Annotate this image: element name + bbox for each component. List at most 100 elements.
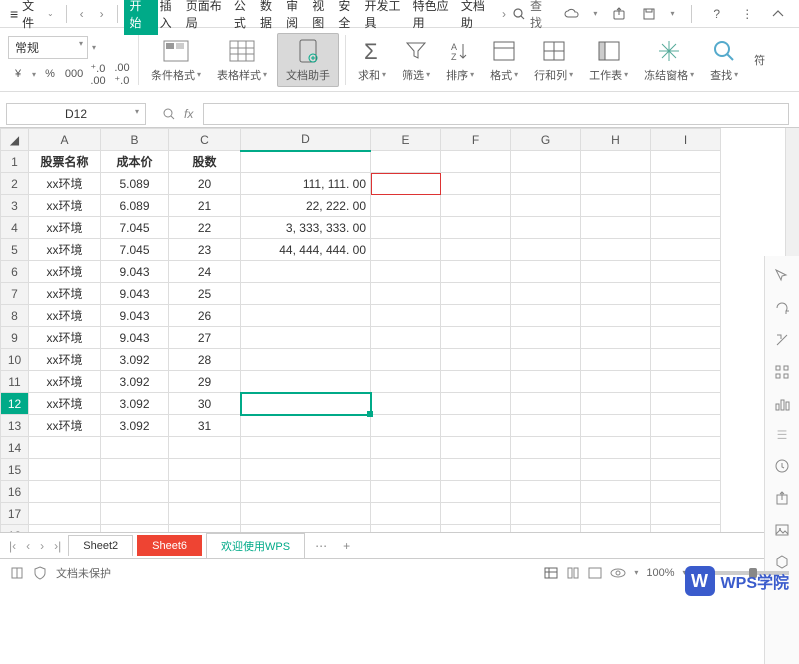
row-header[interactable]: 12 [1,393,29,415]
col-header-A[interactable]: A [29,129,101,151]
cell[interactable] [371,151,441,173]
cell[interactable] [371,459,441,481]
cloud-icon[interactable] [563,4,582,24]
cell[interactable]: 29 [169,371,241,393]
cell[interactable] [371,239,441,261]
cell[interactable] [651,239,721,261]
cell[interactable]: 9.043 [101,283,169,305]
tab-special[interactable]: 特色应用 [411,0,459,35]
backup-icon[interactable] [774,458,790,474]
cell[interactable] [511,305,581,327]
cell[interactable] [441,437,511,459]
cell[interactable] [441,239,511,261]
collapse-ribbon-icon[interactable] [769,4,788,24]
cell[interactable] [651,261,721,283]
cell[interactable]: xx环境 [29,173,101,195]
table-style-button[interactable]: 表格样式▾ [211,37,273,83]
sheet-nav-last[interactable]: ›| [51,539,64,553]
cell[interactable] [371,195,441,217]
cell[interactable] [441,327,511,349]
cell[interactable] [511,459,581,481]
style-icon[interactable] [774,332,790,348]
cell[interactable] [581,173,651,195]
cell[interactable] [441,283,511,305]
cell[interactable] [371,481,441,503]
cell[interactable] [581,239,651,261]
cell[interactable] [511,173,581,195]
cell[interactable] [441,393,511,415]
cell[interactable] [371,327,441,349]
cell[interactable] [441,503,511,525]
cell[interactable] [651,173,721,195]
row-header[interactable]: 17 [1,503,29,525]
col-header-B[interactable]: B [101,129,169,151]
tab-formula[interactable]: 公式 [232,0,258,35]
cell[interactable] [371,503,441,525]
cell[interactable] [511,503,581,525]
cell[interactable]: 22, 222. 00 [241,195,371,217]
cell[interactable] [511,481,581,503]
col-header-G[interactable]: G [511,129,581,151]
cell[interactable]: xx环境 [29,261,101,283]
cell[interactable]: 3, 333, 333. 00 [241,217,371,239]
spreadsheet-grid[interactable]: ◢ A B C D E F G H I 1股票名称成本价股数2xx环境5.089… [0,128,721,532]
properties-icon[interactable]: ☰ [777,428,788,442]
cell[interactable] [441,525,511,533]
cell[interactable] [241,371,371,393]
tab-devtools[interactable]: 开发工具 [362,0,410,35]
cell[interactable] [101,525,169,533]
cell[interactable] [29,481,101,503]
currency-button[interactable]: ¥ [8,65,28,83]
row-header[interactable]: 7 [1,283,29,305]
view-normal-icon[interactable] [544,567,558,579]
cell[interactable] [581,349,651,371]
cell[interactable] [371,349,441,371]
cell[interactable] [241,437,371,459]
sheet-more[interactable]: ⋯ [309,539,333,553]
cell[interactable] [581,393,651,415]
sum-button[interactable]: Σ 求和▾ [352,37,392,83]
cell[interactable] [371,525,441,533]
col-header-E[interactable]: E [371,129,441,151]
sheet-tab-sheet6[interactable]: Sheet6 [137,535,202,556]
cell[interactable] [651,327,721,349]
cell[interactable]: 3.092 [101,371,169,393]
cell[interactable] [511,327,581,349]
cell[interactable]: xx环境 [29,349,101,371]
cell[interactable]: xx环境 [29,327,101,349]
cell[interactable]: xx环境 [29,305,101,327]
chart-icon[interactable] [774,396,790,412]
cell[interactable] [511,349,581,371]
cell[interactable]: 44, 444, 444. 00 [241,239,371,261]
cell[interactable] [371,371,441,393]
nav-fwd[interactable]: › [93,5,111,23]
row-header[interactable]: 15 [1,459,29,481]
cell[interactable] [511,393,581,415]
cell[interactable] [169,503,241,525]
cell[interactable] [101,437,169,459]
cell[interactable]: 9.043 [101,327,169,349]
freeze-panes-button[interactable]: 冻结窗格▾ [638,37,700,83]
cell[interactable] [441,481,511,503]
cell[interactable]: 31 [169,415,241,437]
row-header[interactable]: 18 [1,525,29,533]
cell[interactable] [511,239,581,261]
refresh-icon[interactable] [774,300,790,316]
cell[interactable] [651,525,721,533]
cell[interactable]: 9.043 [101,305,169,327]
row-header[interactable]: 10 [1,349,29,371]
cell[interactable] [169,481,241,503]
format-button[interactable]: 格式▾ [484,37,524,83]
nav-back[interactable]: ‹ [73,5,91,23]
cell[interactable] [651,437,721,459]
cell[interactable]: 21 [169,195,241,217]
share-icon[interactable] [609,4,628,24]
cell[interactable] [241,349,371,371]
cell[interactable]: 3.092 [101,415,169,437]
sheet-nav-next[interactable]: › [37,539,47,553]
cell[interactable] [511,195,581,217]
cell[interactable] [511,217,581,239]
cell[interactable]: 28 [169,349,241,371]
rowcol-button[interactable]: 行和列▾ [528,37,579,83]
filter-button[interactable]: 筛选▾ [396,37,436,83]
